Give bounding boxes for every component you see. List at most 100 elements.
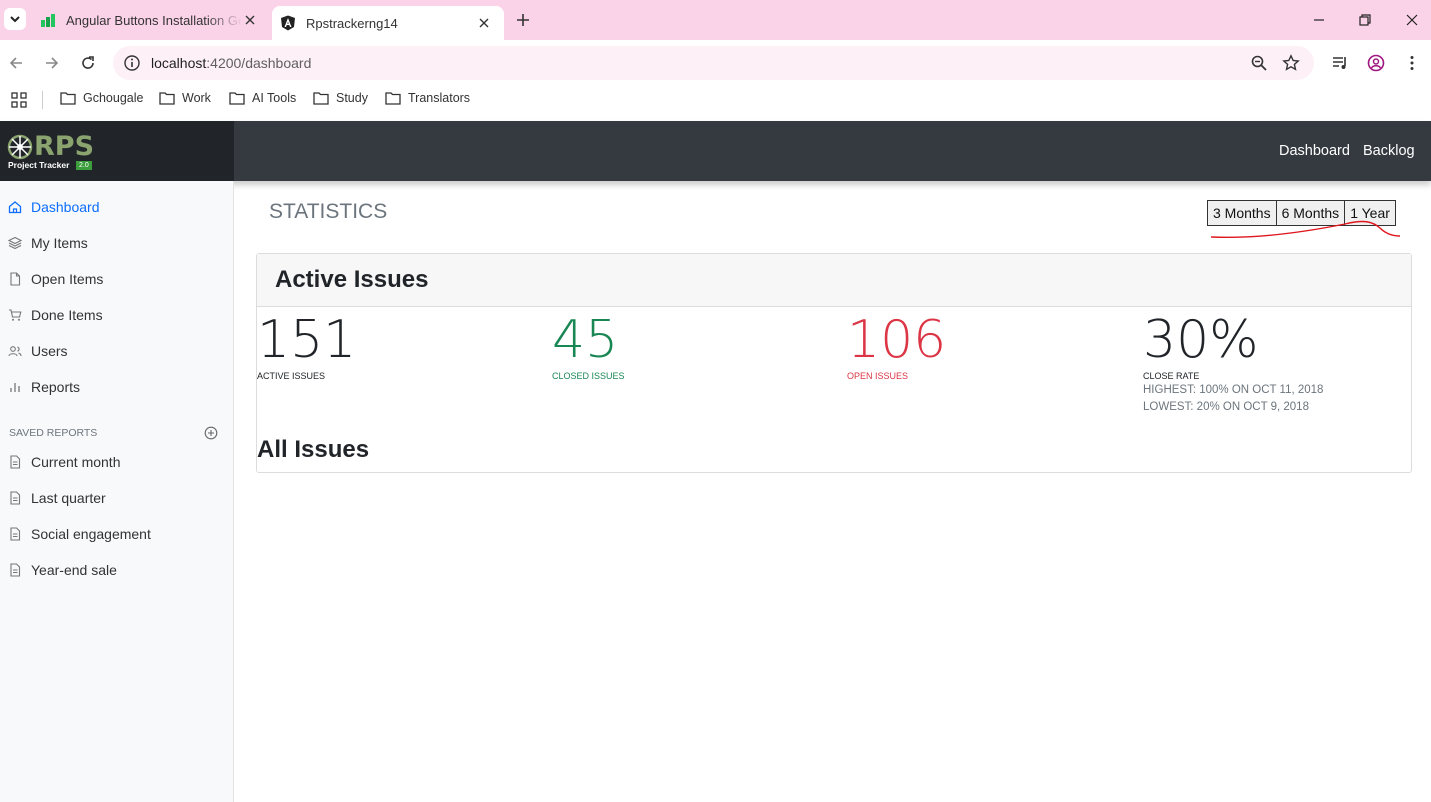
restore-icon[interactable]	[1357, 12, 1373, 28]
sidebar: Dashboard My Items Open Items Done Items…	[0, 181, 234, 802]
apps-grid-icon[interactable]	[11, 92, 27, 108]
bookmark-folder-translators[interactable]: Translators	[385, 91, 470, 105]
url-path: :4200/dashboard	[206, 55, 312, 71]
saved-report-year-end-sale[interactable]: Year-end sale	[8, 560, 117, 580]
bookmark-label: Study	[336, 91, 368, 105]
tab-close-icon[interactable]	[476, 15, 492, 31]
folder-icon	[60, 92, 76, 105]
syncfusion-favicon-icon	[41, 14, 55, 27]
saved-report-label: Social engagement	[31, 526, 151, 542]
bookmark-folder-gchougale[interactable]: Gchougale	[60, 91, 143, 105]
back-arrow-icon[interactable]	[7, 54, 25, 72]
stat-value: 45	[552, 310, 619, 370]
logo-wheel-icon	[7, 134, 33, 160]
stat-close-rate: 30% CLOSE RATE HIGHEST: 100% ON OCT 11, …	[1143, 310, 1323, 416]
bookmark-label: Work	[182, 91, 211, 105]
bookmark-folder-study[interactable]: Study	[313, 91, 368, 105]
forward-arrow-icon[interactable]	[43, 54, 61, 72]
stat-label: ACTIVE ISSUES	[257, 371, 326, 381]
all-issues-heading: All Issues	[257, 436, 370, 463]
bar-chart-icon	[10, 383, 20, 392]
browser-tab-angular-buttons[interactable]: Angular Buttons Installation Ge	[30, 0, 270, 40]
sidebar-item-label: Reports	[31, 379, 81, 395]
url-text[interactable]: localhost:4200/dashboard	[151, 55, 311, 71]
saved-report-social-engagement[interactable]: Social engagement	[8, 524, 151, 544]
folder-icon	[385, 92, 401, 105]
sidebar-item-label: Done Items	[31, 307, 103, 323]
sidebar-item-my-items[interactable]: My Items	[8, 233, 88, 253]
angular-favicon-icon	[281, 15, 295, 31]
bookmark-folder-ai-tools[interactable]: AI Tools	[229, 91, 296, 105]
minimize-icon[interactable]	[1311, 12, 1327, 28]
red-annotation-underline	[1210, 220, 1401, 239]
bookmarks-bar: Gchougale Work AI Tools Study Translator…	[0, 86, 1431, 121]
logo-text: RPS	[34, 131, 95, 162]
saved-report-label: Year-end sale	[31, 562, 117, 578]
sidebar-item-label: My Items	[31, 235, 88, 251]
cart-icon	[9, 309, 22, 321]
close-rate-lowest: LOWEST: 20% ON OCT 9, 2018	[1143, 401, 1309, 413]
sidebar-item-open-items[interactable]: Open Items	[8, 269, 103, 289]
card-header: Active Issues	[257, 254, 1411, 307]
chevron-down-icon	[10, 16, 20, 23]
nav-link-backlog[interactable]: Backlog	[1363, 143, 1415, 159]
active-issues-card: Active Issues 151 ACTIVE ISSUES 45 CLOSE…	[256, 253, 1412, 473]
browser-toolbar: localhost:4200/dashboard	[0, 40, 1431, 86]
bookmarks-separator	[42, 91, 43, 109]
bookmark-label: AI Tools	[252, 91, 297, 105]
bookmark-star-icon[interactable]	[1282, 54, 1300, 72]
saved-report-last-quarter[interactable]: Last quarter	[8, 488, 106, 508]
folder-icon	[159, 92, 175, 105]
folder-icon	[313, 92, 329, 105]
users-icon	[8, 346, 22, 357]
browser-tab-rpstracker[interactable]: Rpstrackerng14	[272, 6, 504, 40]
address-bar[interactable]: localhost:4200/dashboard	[113, 46, 1314, 80]
tab-list-button[interactable]	[4, 8, 26, 30]
add-circle-icon[interactable]	[204, 426, 218, 440]
layers-icon	[8, 236, 22, 250]
brand[interactable]: RPS Project Tracker 2.0	[0, 121, 234, 181]
sidebar-item-reports[interactable]: Reports	[8, 377, 80, 397]
file-text-icon	[10, 563, 21, 577]
tab-title: Rpstrackerng14	[306, 15, 398, 31]
sidebar-item-dashboard[interactable]: Dashboard	[8, 197, 100, 217]
stat-label: CLOSED ISSUES	[552, 371, 625, 381]
stat-value: 106	[847, 310, 947, 370]
tab-close-icon[interactable]	[242, 12, 258, 28]
file-text-icon	[10, 491, 21, 505]
stat-open-issues: 106 OPEN ISSUES	[847, 310, 946, 382]
rps-logo: RPS Project Tracker 2.0	[6, 129, 98, 173]
folder-icon	[229, 92, 245, 105]
browser-tabstrip: Angular Buttons Installation Ge Rpstrack…	[0, 0, 1431, 40]
nav-link-dashboard[interactable]: Dashboard	[1279, 143, 1350, 159]
window-close-icon[interactable]	[1404, 12, 1420, 28]
url-host: localhost	[151, 55, 207, 71]
zoom-icon[interactable]	[1250, 54, 1268, 72]
saved-report-current-month[interactable]: Current month	[8, 452, 120, 472]
bookmark-folder-work[interactable]: Work	[159, 91, 211, 105]
site-info-icon[interactable]	[123, 54, 141, 72]
media-queue-icon[interactable]	[1331, 54, 1349, 72]
file-icon	[10, 272, 21, 286]
more-menu-icon[interactable]	[1403, 54, 1421, 72]
sidebar-item-done-items[interactable]: Done Items	[8, 305, 103, 325]
stat-active-issues: 151 ACTIVE ISSUES	[257, 310, 356, 382]
sidebar-item-users[interactable]: Users	[8, 341, 68, 361]
stat-closed-issues: 45 CLOSED ISSUES	[552, 310, 625, 382]
saved-report-label: Last quarter	[31, 490, 106, 506]
saved-report-label: Current month	[31, 454, 121, 470]
page-title: STATISTICS	[269, 200, 388, 223]
file-text-icon	[10, 455, 21, 469]
sidebar-item-label: Open Items	[31, 271, 104, 287]
stat-label: OPEN ISSUES	[847, 371, 909, 381]
bookmark-label: Gchougale	[83, 91, 144, 105]
stat-value: 151	[257, 310, 357, 370]
profile-avatar-icon[interactable]	[1367, 54, 1385, 72]
tab-title: Angular Buttons Installation Ge	[66, 12, 242, 28]
reload-icon[interactable]	[79, 54, 97, 72]
new-tab-plus-icon[interactable]	[514, 11, 532, 29]
sidebar-item-label: Dashboard	[31, 199, 100, 215]
home-icon	[8, 201, 22, 214]
logo-version-badge: 2.0	[76, 161, 92, 170]
saved-reports-heading: SAVED REPORTS	[9, 427, 98, 439]
